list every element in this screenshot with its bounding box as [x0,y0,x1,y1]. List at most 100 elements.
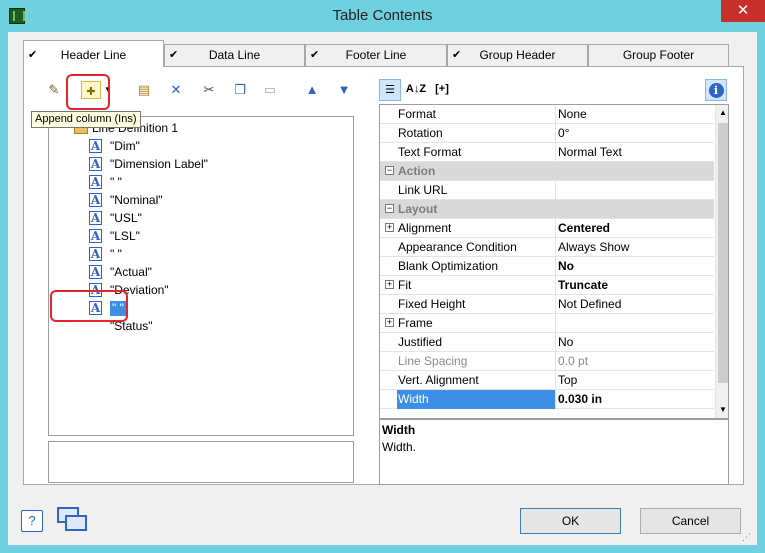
prop-category-layout[interactable]: − Layout [380,200,714,219]
expand-icon[interactable]: + [385,223,394,232]
cut-icon[interactable]: ✂ [200,81,218,99]
text-field-icon: A [89,229,102,243]
tree-item-label: "Nominal" [110,193,163,207]
prop-row[interactable]: Text Format Normal Text [380,143,714,162]
prop-name: Appearance Condition [397,238,556,257]
tab-footer-line[interactable]: ✔ Footer Line [305,44,447,66]
tree-item-label: "USL" [110,211,142,225]
prop-value[interactable]: 0.0 pt [557,352,714,371]
insert-object-icon[interactable]: ▤ [135,81,153,99]
prop-row[interactable]: Appearance Condition Always Show [380,238,714,257]
cancel-button[interactable]: Cancel [640,508,741,534]
tree-item-label: " " [110,175,122,189]
grid-scrollbar[interactable]: ▲ ▼ [715,105,728,418]
property-grid[interactable]: Format None Rotation 0° Text Format Norm… [379,104,729,419]
tree-item-label: "Dim" [110,139,140,153]
prop-name: Frame [397,314,556,333]
description-title: Width [382,423,416,437]
prop-row[interactable]: Line Spacing 0.0 pt [380,352,714,371]
prop-value[interactable]: Top [557,371,714,390]
prop-name: Width [397,390,556,409]
expand-icon[interactable]: + [385,318,394,327]
tree-item-label: "Dimension Label" [110,157,208,171]
prop-value[interactable]: Centered [557,219,714,238]
tooltip: Append column (Ins) [31,111,141,128]
prop-name: Text Format [397,143,556,162]
prop-row[interactable]: Rotation 0° [380,124,714,143]
windows-icon[interactable] [57,507,91,533]
prop-category-action[interactable]: − Action [380,162,714,181]
collapse-icon[interactable]: − [385,166,394,175]
move-up-icon[interactable]: ▲ [303,81,321,99]
window-shape [65,515,87,531]
tab-label: Header Line [60,48,127,62]
paste-icon[interactable]: ▭ [261,81,279,99]
prop-row[interactable]: Format None [380,105,714,124]
ok-button[interactable]: OK [520,508,621,534]
scroll-up-icon[interactable]: ▲ [719,108,727,117]
annotation-highlight [50,290,128,322]
dialog-client: ✔ Header Line ✔ Data Line ✔ Footer Line … [8,32,757,545]
prop-row[interactable]: Fixed Height Not Defined [380,295,714,314]
info-icon: i [708,83,724,98]
title-bar: Table Contents ✕ [0,0,765,32]
dialog-window: Table Contents ✕ ✔ Header Line ✔ Data Li… [0,0,765,553]
prop-value[interactable] [557,314,714,333]
text-field-icon: A [89,193,102,207]
expand-all-icon[interactable]: [+] [431,79,453,101]
prop-row[interactable]: Blank Optimization No [380,257,714,276]
copy-icon[interactable]: ❐ [231,81,249,99]
prop-name: Rotation [397,124,556,143]
prop-value[interactable]: 0.030 in [557,390,714,409]
scroll-down-icon[interactable]: ▼ [719,405,727,414]
info-button[interactable]: i [705,79,727,101]
check-icon: ✔ [28,49,38,61]
text-field-icon: A [89,175,102,189]
delete-icon[interactable]: ✕ [167,81,185,99]
prop-value[interactable]: Always Show [557,238,714,257]
prop-value[interactable]: No [557,333,714,352]
check-icon: ✔ [452,49,462,61]
tab-group-header[interactable]: ✔ Group Header [447,44,588,66]
prop-value[interactable]: No [557,257,714,276]
move-down-icon[interactable]: ▼ [335,81,353,99]
category-label: Layout [398,202,438,216]
prop-row-selected[interactable]: Width 0.030 in [380,390,714,409]
prop-name: Alignment [397,219,556,238]
tab-header-line[interactable]: ✔ Header Line [23,40,164,67]
resize-grip-icon[interactable]: ⋰ [742,532,751,543]
help-button[interactable]: ? [21,510,43,532]
prop-value[interactable]: 0° [557,124,714,143]
tab-data-line[interactable]: ✔ Data Line [164,44,305,66]
collapse-icon[interactable]: − [385,204,394,213]
scroll-thumb[interactable] [718,123,728,383]
prop-value[interactable]: Truncate [557,276,714,295]
prop-value[interactable]: Normal Text [557,143,714,162]
prop-row[interactable]: + Fit Truncate [380,276,714,295]
sort-alphabetical-icon[interactable]: A↓Z [405,79,427,101]
properties-toolbar: ☰ A↓Z [+] i [379,78,731,104]
close-button[interactable]: ✕ [721,0,765,22]
tab-label: Group Footer [622,48,695,62]
tab-label: Footer Line [345,48,407,62]
prop-value[interactable]: None [557,105,714,124]
wand-icon[interactable]: ✎ [45,81,63,99]
prop-row[interactable]: Link URL [380,181,714,200]
expand-icon[interactable]: + [385,280,394,289]
tree-view[interactable]: Line Definition 1 A "Dim" A "Dimension L… [48,116,354,436]
tab-group-footer[interactable]: Group Footer [588,44,729,66]
categorized-view-icon[interactable]: ☰ [379,79,401,101]
prop-row[interactable]: + Frame [380,314,714,333]
prop-row[interactable]: Vert. Alignment Top [380,371,714,390]
category-label: Action [398,164,436,178]
check-icon: ✔ [310,49,320,61]
prop-row[interactable]: + Alignment Centered [380,219,714,238]
annotation-highlight [66,74,110,110]
tab-label: Group Header [479,48,556,62]
text-field-icon: A [89,211,102,225]
check-icon: ✔ [169,49,179,61]
prop-value[interactable] [557,181,714,200]
prop-value[interactable]: Not Defined [557,295,714,314]
text-field-icon: A [89,139,102,153]
prop-row[interactable]: Justified No [380,333,714,352]
